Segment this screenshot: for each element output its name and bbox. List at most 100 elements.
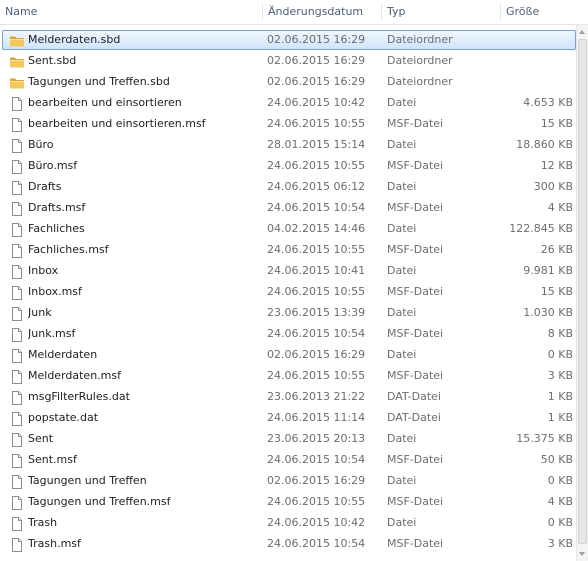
file-row[interactable]: Junk.msf 24.06.2015 10:54 MSF-Datei 8 KB: [2, 324, 576, 344]
file-modified-date: 28.01.2015 15:14: [267, 138, 366, 151]
file-size: 4 KB: [547, 495, 573, 508]
file-modified-date: 24.06.2015 10:42: [267, 516, 366, 529]
file-size: 0 KB: [547, 348, 573, 361]
column-header-size[interactable]: Größe: [501, 0, 588, 24]
file-name: bearbeiten und einsortieren: [28, 96, 182, 109]
file-type: Datei: [387, 180, 417, 193]
file-row[interactable]: Inbox.msf 24.06.2015 10:55 MSF-Datei 15 KB: [2, 282, 576, 302]
file-type: MSF-Datei: [387, 453, 444, 466]
file-type: MSF-Datei: [387, 159, 444, 172]
file-name: Drafts.msf: [28, 201, 86, 214]
file-row[interactable]: popstate.dat 24.06.2015 11:14 DAT-Datei 1 K…: [2, 408, 576, 428]
vertical-scrollbar[interactable]: [576, 25, 588, 561]
file-explorer-list: Name Änderungsdatum Typ Größe Melderdate…: [0, 0, 588, 561]
file-type: Datei: [387, 222, 417, 235]
column-header-date[interactable]: Änderungsdatum: [263, 0, 381, 24]
file-type: MSF-Datei: [387, 117, 444, 130]
file-type: Datei: [387, 348, 417, 361]
file-modified-date: 24.06.2015 10:55: [267, 285, 366, 298]
file-icon: [9, 96, 25, 112]
file-row[interactable]: bearbeiten und einsortieren 24.06.2015 10…: [2, 93, 576, 113]
file-type: DAT-Datei: [387, 411, 441, 424]
folder-icon: [9, 75, 25, 91]
file-modified-date: 02.06.2015 16:29: [267, 474, 366, 487]
folder-icon: [9, 54, 25, 70]
file-name: Sent.sbd: [28, 54, 77, 67]
file-size: 26 KB: [540, 243, 573, 256]
file-row[interactable]: Büro 28.01.2015 15:14 Datei 18.860 KB: [2, 135, 576, 155]
file-size: 15 KB: [540, 285, 573, 298]
file-row[interactable]: Drafts 24.06.2015 06:12 Datei 300 KB: [2, 177, 576, 197]
file-size: 122.845 KB: [509, 222, 573, 235]
file-size: 8 KB: [547, 327, 573, 340]
file-name: Melderdaten.sbd: [28, 33, 121, 46]
file-row[interactable]: Trash 24.06.2015 10:42 Datei 0 KB: [2, 513, 576, 533]
file-icon: [9, 180, 25, 196]
file-row[interactable]: Tagungen und Treffen 02.06.2015 16:29 Date…: [2, 471, 576, 491]
file-name: Tagungen und Treffen.msf: [28, 495, 171, 508]
file-row[interactable]: Melderdaten 02.06.2015 16:29 Datei 0 KB: [2, 345, 576, 365]
file-size: 18.860 KB: [516, 138, 573, 151]
file-modified-date: 23.06.2015 13:39: [267, 306, 366, 319]
file-type: Datei: [387, 516, 417, 529]
file-size: 50 KB: [540, 453, 573, 466]
file-name: msgFilterRules.dat: [28, 390, 130, 403]
file-row[interactable]: Tagungen und Treffen.sbd 02.06.2015 16:29…: [2, 72, 576, 92]
file-type: Datei: [387, 474, 417, 487]
file-icon: [9, 327, 25, 343]
file-name: bearbeiten und einsortieren.msf: [28, 117, 206, 130]
file-size: 0 KB: [547, 474, 573, 487]
file-name: Sent.msf: [28, 453, 77, 466]
file-modified-date: 02.06.2015 16:29: [267, 54, 366, 67]
file-modified-date: 23.06.2013 21:22: [267, 390, 366, 403]
file-type: Datei: [387, 96, 417, 109]
scrollbar-thumb[interactable]: [578, 39, 587, 544]
file-type: Dateiordner: [387, 75, 453, 88]
file-row[interactable]: Fachliches 04.02.2015 14:46 Datei 122.845 K…: [2, 219, 576, 239]
file-modified-date: 24.06.2015 10:54: [267, 201, 366, 214]
file-row[interactable]: msgFilterRules.dat 23.06.2013 21:22 DAT-Da…: [2, 387, 576, 407]
file-icon: [9, 453, 25, 469]
file-row[interactable]: Fachliches.msf 24.06.2015 10:55 MSF-Datei 2…: [2, 240, 576, 260]
file-row[interactable]: Inbox 24.06.2015 10:41 Datei 9.981 KB: [2, 261, 576, 281]
file-row[interactable]: Melderdaten.msf 24.06.2015 10:55 MSF-Datei…: [2, 366, 576, 386]
column-header-name[interactable]: Name: [0, 0, 262, 24]
file-name: Tagungen und Treffen: [28, 474, 147, 487]
file-size: 3 KB: [547, 537, 573, 550]
file-row[interactable]: Junk 23.06.2015 13:39 Datei 1.030 KB: [2, 303, 576, 323]
column-header-bar: Name Änderungsdatum Typ Größe: [0, 0, 588, 25]
file-size: 1 KB: [547, 411, 573, 424]
file-row[interactable]: Trash.msf 24.06.2015 10:54 MSF-Datei 3 KB: [2, 534, 576, 554]
file-modified-date: 04.02.2015 14:46: [267, 222, 366, 235]
file-row[interactable]: Drafts.msf 24.06.2015 10:54 MSF-Datei 4 KB: [2, 198, 576, 218]
file-row[interactable]: Tagungen und Treffen.msf 24.06.2015 10:55…: [2, 492, 576, 512]
file-name: Büro: [28, 138, 54, 151]
file-row[interactable]: Melderdaten.sbd 02.06.2015 16:29 Dateiordn…: [2, 30, 576, 50]
file-name: Trash.msf: [28, 537, 81, 550]
file-row[interactable]: Büro.msf 24.06.2015 10:55 MSF-Datei 12 KB: [2, 156, 576, 176]
file-row[interactable]: Sent.sbd 02.06.2015 16:29 Dateiordner: [2, 51, 576, 71]
file-modified-date: 24.06.2015 10:54: [267, 453, 366, 466]
file-modified-date: 02.06.2015 16:29: [267, 348, 366, 361]
file-size: 3 KB: [547, 369, 573, 382]
file-size: 12 KB: [540, 159, 573, 172]
file-icon: [9, 306, 25, 322]
file-type: MSF-Datei: [387, 495, 444, 508]
file-name: Fachliches.msf: [28, 243, 109, 256]
file-modified-date: 24.06.2015 10:55: [267, 369, 366, 382]
file-type: MSF-Datei: [387, 369, 444, 382]
file-icon: [9, 516, 25, 532]
file-type: MSF-Datei: [387, 537, 444, 550]
file-row[interactable]: bearbeiten und einsortieren.msf 24.06.201…: [2, 114, 576, 134]
file-row[interactable]: Sent.msf 24.06.2015 10:54 MSF-Datei 50 KB: [2, 450, 576, 470]
file-modified-date: 24.06.2015 06:12: [267, 180, 366, 193]
file-size: 4.653 KB: [523, 96, 573, 109]
scroll-down-arrow-icon[interactable]: [579, 552, 585, 556]
file-modified-date: 24.06.2015 10:55: [267, 495, 366, 508]
file-size: 1 KB: [547, 390, 573, 403]
file-row[interactable]: Sent 23.06.2015 20:13 Datei 15.375 KB: [2, 429, 576, 449]
file-size: [503, 31, 573, 49]
scroll-up-arrow-icon[interactable]: [579, 30, 585, 34]
column-header-type[interactable]: Typ: [382, 0, 500, 24]
file-name: Trash: [28, 516, 58, 529]
